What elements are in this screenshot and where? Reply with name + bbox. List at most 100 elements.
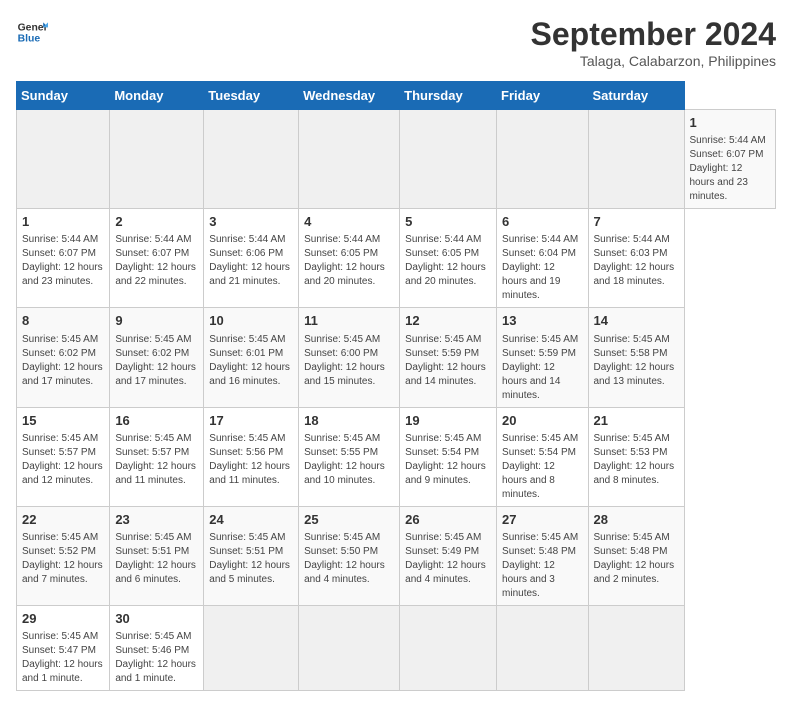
calendar-cell — [110, 110, 204, 209]
calendar-cell: 2 Sunrise: 5:44 AMSunset: 6:07 PMDaylight… — [110, 209, 204, 308]
day-number: 15 — [22, 412, 104, 430]
calendar-cell: 29 Sunrise: 5:45 AMSunset: 5:47 PMDayligh… — [17, 605, 110, 690]
day-detail: Sunrise: 5:45 AMSunset: 5:51 PMDaylight:… — [115, 531, 198, 587]
day-detail: Sunrise: 5:45 AMSunset: 6:00 PMDaylight:… — [304, 333, 394, 389]
calendar-cell — [400, 605, 497, 690]
calendar-cell — [400, 110, 497, 209]
day-number: 24 — [209, 511, 293, 529]
day-detail: Sunrise: 5:45 AMSunset: 6:02 PMDaylight:… — [115, 333, 198, 389]
calendar-cell: 30Sunrise: 5:45 AMSunset: 5:46 PMDayligh… — [110, 605, 204, 690]
calendar-cell: 9Sunrise: 5:45 AMSunset: 6:02 PMDaylight… — [110, 308, 204, 407]
calendar-cell: 23Sunrise: 5:45 AMSunset: 5:51 PMDayligh… — [110, 506, 204, 605]
day-detail: Sunrise: 5:45 AMSunset: 5:47 PMDaylight:… — [22, 630, 104, 686]
logo: General Blue — [16, 16, 48, 48]
calendar-cell: 15 Sunrise: 5:45 AMSunset: 5:57 PMDayligh… — [17, 407, 110, 506]
day-number: 25 — [304, 511, 394, 529]
day-detail: Sunrise: 5:45 AMSunset: 5:52 PMDaylight:… — [22, 531, 104, 587]
calendar-cell: 10 Sunrise: 5:45 AMSunset: 6:01 PMDayligh… — [204, 308, 299, 407]
day-detail: Sunrise: 5:44 AMSunset: 6:07 PMDaylight:… — [115, 233, 198, 289]
day-detail: Sunrise: 5:45 AMSunset: 5:48 PMDaylight:… — [594, 531, 679, 587]
calendar-cell: 14 Sunrise: 5:45 AMSunset: 5:58 PMDayligh… — [588, 308, 684, 407]
calendar-cell — [588, 110, 684, 209]
day-number: 1 — [22, 213, 104, 231]
day-detail: Sunrise: 5:44 AMSunset: 6:07 PMDaylight:… — [22, 233, 104, 289]
calendar-cell — [497, 605, 588, 690]
calendar-cell — [204, 605, 299, 690]
day-number: 30 — [115, 610, 198, 628]
day-number: 2 — [115, 213, 198, 231]
calendar-cell: 22 Sunrise: 5:45 AMSunset: 5:52 PMDayligh… — [17, 506, 110, 605]
calendar-cell: 25 Sunrise: 5:45 AMSunset: 5:50 PMDayligh… — [299, 506, 400, 605]
calendar-cell: 24Sunrise: 5:45 AMSunset: 5:51 PMDayligh… — [204, 506, 299, 605]
calendar-cell: 7 Sunrise: 5:44 AMSunset: 6:03 PMDaylight… — [588, 209, 684, 308]
day-detail: Sunrise: 5:45 AMSunset: 5:58 PMDaylight:… — [594, 333, 679, 389]
calendar-cell: 1Sunrise: 5:44 AMSunset: 6:07 PMDaylight… — [684, 110, 776, 209]
day-number: 13 — [502, 312, 582, 330]
svg-text:Blue: Blue — [18, 34, 41, 45]
calendar-cell: 1 Sunrise: 5:44 AMSunset: 6:07 PMDaylight… — [17, 209, 110, 308]
day-number: 29 — [22, 610, 104, 628]
day-detail: Sunrise: 5:45 AMSunset: 6:02 PMDaylight:… — [22, 333, 104, 389]
calendar-cell: 12 Sunrise: 5:45 AMSunset: 5:59 PMDayligh… — [400, 308, 497, 407]
day-detail: Sunrise: 5:45 AMSunset: 5:54 PMDaylight:… — [502, 432, 582, 502]
calendar-cell: 27 Sunrise: 5:45 AMSunset: 5:48 PMDayligh… — [497, 506, 588, 605]
day-number: 22 — [22, 511, 104, 529]
day-number: 10 — [209, 312, 293, 330]
calendar-cell: 19 Sunrise: 5:45 AMSunset: 5:54 PMDayligh… — [400, 407, 497, 506]
calendar-cell: 20 Sunrise: 5:45 AMSunset: 5:54 PMDayligh… — [497, 407, 588, 506]
day-number: 16 — [115, 412, 198, 430]
day-number: 27 — [502, 511, 582, 529]
day-detail: Sunrise: 5:45 AMSunset: 5:55 PMDaylight:… — [304, 432, 394, 488]
day-detail: Sunrise: 5:45 AMSunset: 5:48 PMDaylight:… — [502, 531, 582, 601]
day-number: 19 — [405, 412, 491, 430]
calendar-cell: 8 Sunrise: 5:45 AMSunset: 6:02 PMDaylight… — [17, 308, 110, 407]
column-header-wednesday: Wednesday — [299, 82, 400, 110]
day-detail: Sunrise: 5:45 AMSunset: 5:50 PMDaylight:… — [304, 531, 394, 587]
day-detail: Sunrise: 5:44 AMSunset: 6:03 PMDaylight:… — [594, 233, 679, 289]
day-number: 21 — [594, 412, 679, 430]
location-subtitle: Talaga, Calabarzon, Philippines — [531, 53, 776, 69]
day-number: 18 — [304, 412, 394, 430]
day-detail: Sunrise: 5:45 AMSunset: 5:54 PMDaylight:… — [405, 432, 491, 488]
day-number: 4 — [304, 213, 394, 231]
calendar-cell — [299, 605, 400, 690]
calendar-cell — [17, 110, 110, 209]
month-title: September 2024 — [531, 16, 776, 53]
day-detail: Sunrise: 5:45 AMSunset: 5:59 PMDaylight:… — [405, 333, 491, 389]
calendar-cell: 17Sunrise: 5:45 AMSunset: 5:56 PMDayligh… — [204, 407, 299, 506]
day-number: 6 — [502, 213, 582, 231]
day-detail: Sunrise: 5:44 AMSunset: 6:06 PMDaylight:… — [209, 233, 293, 289]
day-detail: Sunrise: 5:45 AMSunset: 6:01 PMDaylight:… — [209, 333, 293, 389]
day-number: 12 — [405, 312, 491, 330]
day-detail: Sunrise: 5:45 AMSunset: 5:53 PMDaylight:… — [594, 432, 679, 488]
day-number: 17 — [209, 412, 293, 430]
day-detail: Sunrise: 5:45 AMSunset: 5:49 PMDaylight:… — [405, 531, 491, 587]
day-detail: Sunrise: 5:45 AMSunset: 5:57 PMDaylight:… — [22, 432, 104, 488]
calendar-cell: 4 Sunrise: 5:44 AMSunset: 6:05 PMDaylight… — [299, 209, 400, 308]
calendar-cell: 16 Sunrise: 5:45 AMSunset: 5:57 PMDayligh… — [110, 407, 204, 506]
calendar-cell: 28Sunrise: 5:45 AMSunset: 5:48 PMDayligh… — [588, 506, 684, 605]
week-row-0: 1Sunrise: 5:44 AMSunset: 6:07 PMDaylight… — [17, 110, 776, 209]
day-number: 5 — [405, 213, 491, 231]
day-number: 8 — [22, 312, 104, 330]
day-detail: Sunrise: 5:44 AMSunset: 6:05 PMDaylight:… — [304, 233, 394, 289]
week-row-3: 15 Sunrise: 5:45 AMSunset: 5:57 PMDayligh… — [17, 407, 776, 506]
calendar-cell: 5Sunrise: 5:44 AMSunset: 6:05 PMDaylight… — [400, 209, 497, 308]
calendar-table: SundayMondayTuesdayWednesdayThursdayFrid… — [16, 81, 776, 691]
day-detail: Sunrise: 5:44 AMSunset: 6:07 PMDaylight:… — [690, 134, 771, 204]
day-number: 20 — [502, 412, 582, 430]
day-detail: Sunrise: 5:45 AMSunset: 5:57 PMDaylight:… — [115, 432, 198, 488]
day-number: 26 — [405, 511, 491, 529]
calendar-cell: 21 Sunrise: 5:45 AMSunset: 5:53 PMDayligh… — [588, 407, 684, 506]
column-header-tuesday: Tuesday — [204, 82, 299, 110]
day-number: 11 — [304, 312, 394, 330]
calendar-cell — [497, 110, 588, 209]
week-row-1: 1 Sunrise: 5:44 AMSunset: 6:07 PMDaylight… — [17, 209, 776, 308]
column-header-sunday: Sunday — [17, 82, 110, 110]
week-row-5: 29 Sunrise: 5:45 AMSunset: 5:47 PMDayligh… — [17, 605, 776, 690]
day-number: 3 — [209, 213, 293, 231]
day-number: 14 — [594, 312, 679, 330]
calendar-cell — [204, 110, 299, 209]
calendar-cell: 13Sunrise: 5:45 AMSunset: 5:59 PMDayligh… — [497, 308, 588, 407]
day-number: 7 — [594, 213, 679, 231]
